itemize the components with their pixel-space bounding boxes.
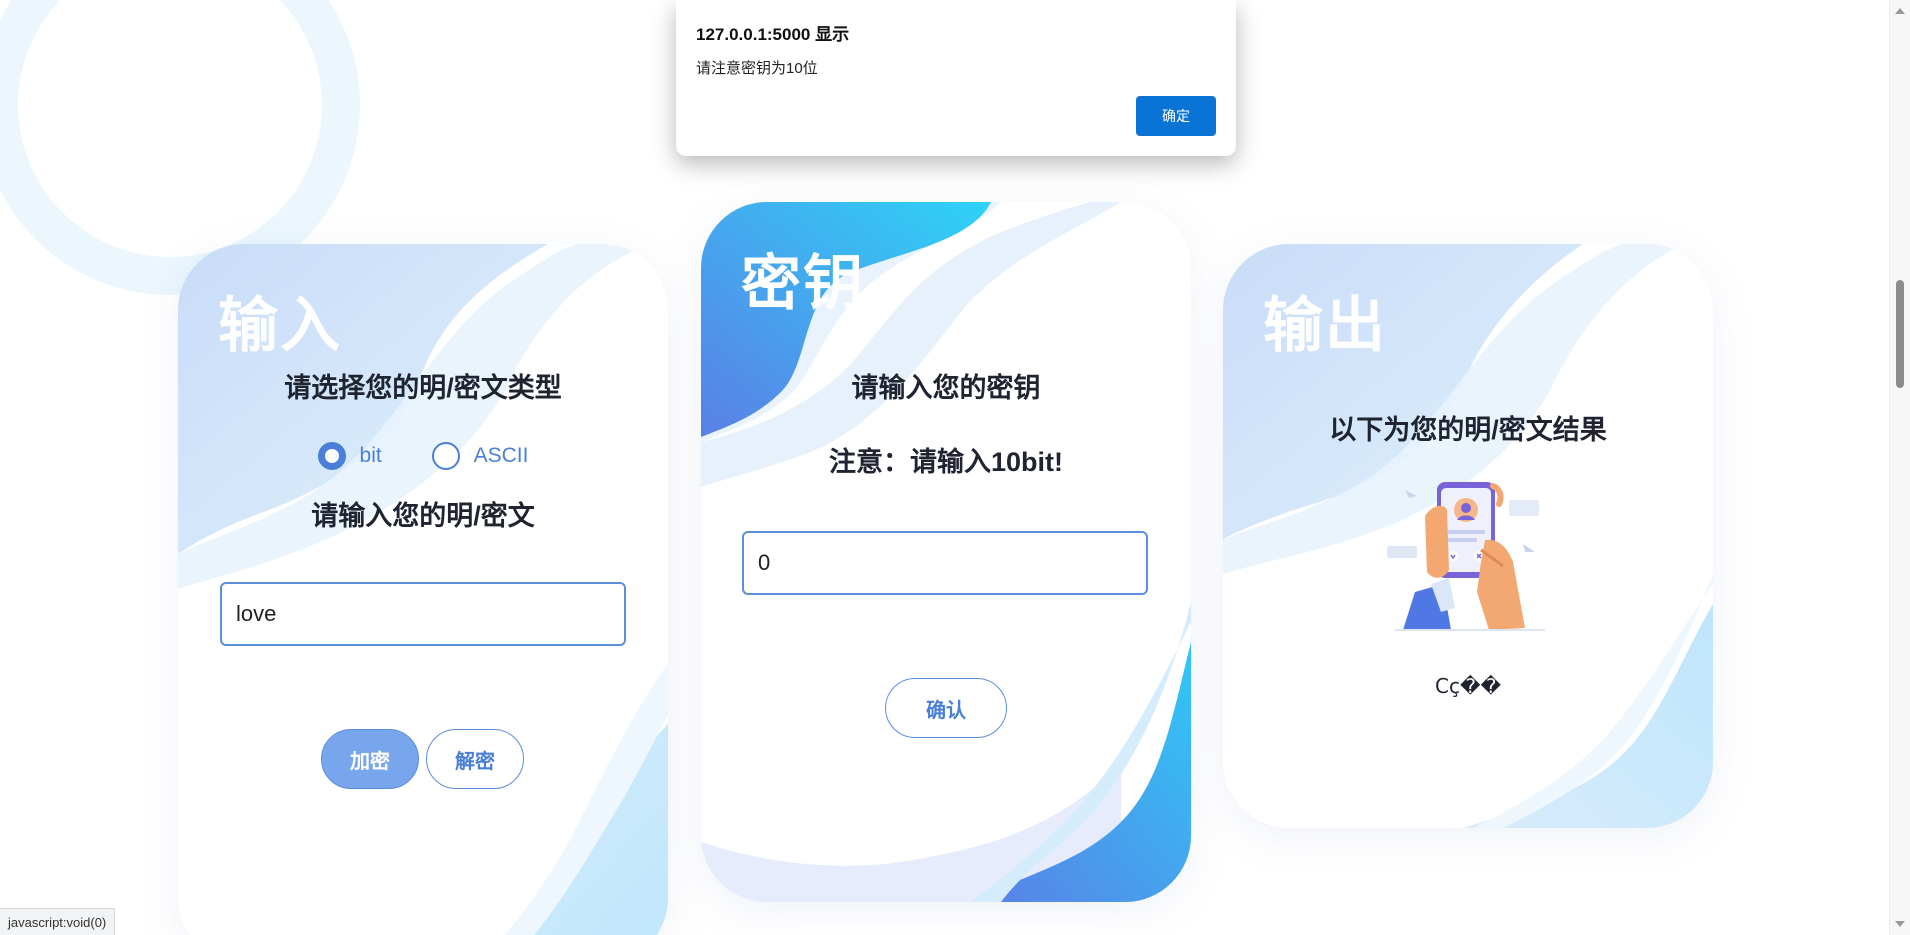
radio-bit-label: bit xyxy=(359,444,382,467)
output-result: Cç�� xyxy=(1435,674,1501,698)
radio-ascii-label: ASCII xyxy=(473,444,529,467)
scrollbar-thumb[interactable] xyxy=(1896,280,1904,388)
encrypt-button[interactable]: 加密 xyxy=(321,729,419,789)
confirm-button[interactable]: 确认 xyxy=(885,678,1007,738)
radio-ascii[interactable]: ASCII xyxy=(431,442,529,470)
input-card-title: 输入 xyxy=(218,292,342,359)
plaintext-input[interactable] xyxy=(220,582,626,646)
radio-bit[interactable]: bit xyxy=(317,442,382,470)
alert-dialog: 127.0.0.1:5000 显示 请注意密钥为10位 确定 xyxy=(676,0,1236,156)
page: 输入 请选择您的明/密文类型 bit ASCII 请输入您的明/密文 加密 解密 xyxy=(0,0,1890,935)
key-input[interactable] xyxy=(742,531,1148,595)
vertical-scrollbar[interactable] xyxy=(1889,0,1910,935)
decrypt-button[interactable]: 解密 xyxy=(426,729,524,789)
output-heading: 以下为您的明/密文结果 xyxy=(1329,415,1607,445)
status-bar-url: javascript:void(0) xyxy=(0,908,116,935)
dialog-ok-button[interactable]: 确定 xyxy=(1136,96,1216,136)
key-card-title: 密钥 xyxy=(741,250,865,317)
scroll-up-arrow-icon[interactable] xyxy=(1895,8,1905,14)
dialog-title: 127.0.0.1:5000 显示 xyxy=(696,25,850,44)
input-card: 输入 请选择您的明/密文类型 bit ASCII 请输入您的明/密文 加密 解密 xyxy=(178,244,668,935)
radio-bit-indicator[interactable] xyxy=(317,442,346,470)
scroll-down-arrow-icon[interactable] xyxy=(1895,921,1905,927)
output-card-title: 输出 xyxy=(1263,292,1387,359)
type-radio-group: bit ASCII xyxy=(178,442,668,476)
key-heading: 请输入您的密钥 xyxy=(851,373,1041,403)
text-heading: 请输入您的明/密文 xyxy=(311,501,535,531)
type-heading: 请选择您的明/密文类型 xyxy=(284,373,562,403)
phone-illustration xyxy=(1387,482,1545,631)
radio-ascii-indicator[interactable] xyxy=(431,442,460,470)
key-card: 密钥 请输入您的密钥 注意：请输入10bit! 确认 xyxy=(701,202,1191,902)
key-note: 注意：请输入10bit! xyxy=(828,447,1063,477)
dialog-message: 请注意密钥为10位 xyxy=(696,60,818,77)
output-card: 输出 以下为您的明/密文结果 Cç�� xyxy=(1223,244,1713,828)
